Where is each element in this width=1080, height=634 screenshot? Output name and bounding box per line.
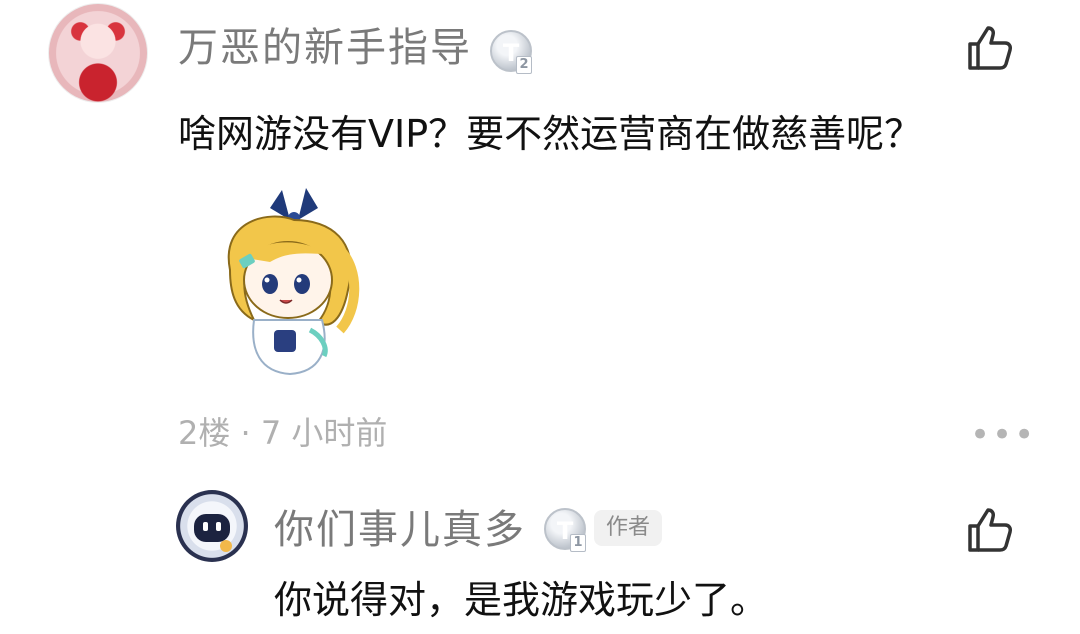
floor-timestamp: 2楼 · 7 小时前 bbox=[178, 414, 388, 452]
author-badge: 作者 bbox=[594, 510, 663, 546]
level-badge-icon: T 1 bbox=[544, 508, 586, 552]
username[interactable]: 你们事儿真多 bbox=[274, 502, 526, 558]
avatar[interactable] bbox=[176, 490, 248, 562]
level-number: 2 bbox=[516, 56, 532, 74]
comment-text: 啥网游没有VIP？要不然运营商在做慈善呢？ bbox=[178, 112, 923, 156]
username[interactable]: 万恶的新手指导 bbox=[178, 20, 472, 76]
level-number: 1 bbox=[570, 534, 586, 552]
thumbs-up-icon[interactable] bbox=[964, 24, 1016, 72]
robot-face-icon bbox=[194, 514, 232, 552]
more-dots-icon[interactable]: ••• bbox=[970, 418, 1036, 452]
reply-text: 你说得对，是我游戏玩少了。 bbox=[274, 578, 769, 622]
thumbs-up-icon[interactable] bbox=[964, 506, 1016, 554]
avatar[interactable] bbox=[48, 3, 148, 103]
level-badge-icon: T 2 bbox=[490, 30, 532, 74]
anime-girl-sticker bbox=[227, 188, 360, 376]
